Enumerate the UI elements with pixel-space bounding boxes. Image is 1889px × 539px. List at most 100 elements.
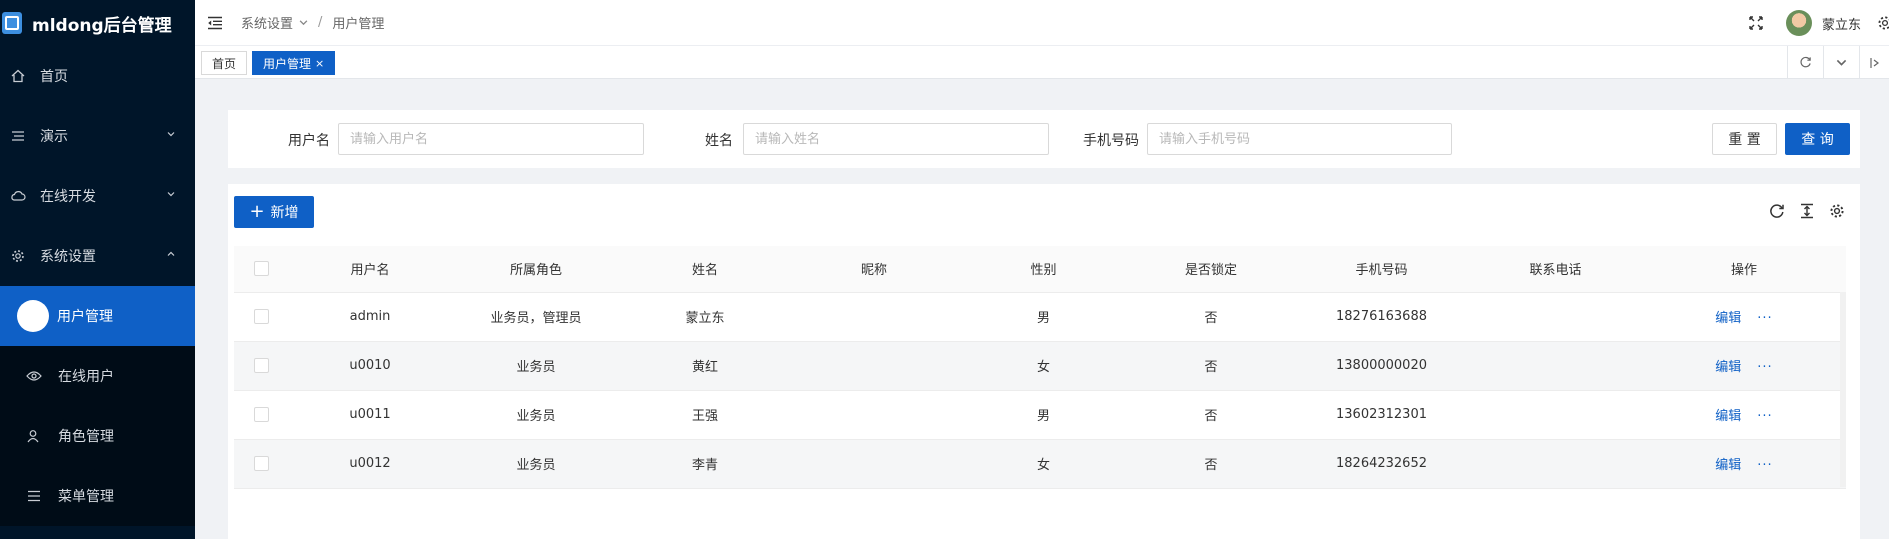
- username-label: 用户名: [288, 133, 330, 149]
- sidebar-item-home[interactable]: 首页: [0, 46, 195, 106]
- edit-link[interactable]: 编辑: [1715, 311, 1741, 326]
- chevron-down-icon[interactable]: [299, 18, 308, 27]
- row-checkbox[interactable]: [254, 456, 269, 471]
- cloud-icon: [10, 188, 26, 204]
- sidebar-item-demo[interactable]: 演示: [0, 106, 195, 166]
- breadcrumb-item[interactable]: 系统设置: [241, 13, 293, 32]
- mobile-cell: 13602312301: [1294, 390, 1469, 440]
- menu-fold-icon[interactable]: [207, 16, 223, 30]
- plus-icon: +: [249, 201, 265, 222]
- sidebar-item-online-users[interactable]: 在线用户: [0, 346, 195, 406]
- select-cell: [234, 341, 289, 391]
- column-header: 操作: [1642, 246, 1846, 293]
- table-row[interactable]: u0010 业务员 黄红 女 否 13800000020 编辑 ···: [234, 341, 1846, 391]
- phone-cell: [1469, 390, 1642, 440]
- gender-cell: 男: [959, 292, 1128, 342]
- realname-cell: 蒙立东: [621, 292, 789, 342]
- sidebar-item-menu-management[interactable]: 菜单管理: [0, 466, 195, 526]
- phone-cell: [1469, 292, 1642, 342]
- select-all-checkbox[interactable]: [254, 261, 269, 277]
- gear-icon: [10, 248, 26, 264]
- table-row[interactable]: u0011 业务员 王强 男 否 13602312301 编辑 ···: [234, 390, 1846, 440]
- row-checkbox[interactable]: [254, 309, 269, 324]
- sidebar-item-system-settings[interactable]: 系统设置: [0, 226, 195, 286]
- mobile-cell: 13800000020: [1294, 341, 1469, 391]
- user-name[interactable]: 蒙立东: [1822, 14, 1861, 33]
- user-table: 用户名 所属角色 姓名 昵称 性别 是否锁定 手机号码 联系电话 操作 admi…: [234, 246, 1846, 489]
- column-header: 手机号码: [1294, 246, 1469, 293]
- tab-refresh-button[interactable]: [1787, 46, 1823, 79]
- chevron-down-icon: [167, 132, 175, 137]
- tab-home[interactable]: 首页: [201, 51, 248, 75]
- realname-input[interactable]: [743, 123, 1049, 155]
- more-icon[interactable]: ···: [1757, 409, 1772, 424]
- column-header: 所属角色: [451, 246, 621, 293]
- tab-dropdown-button[interactable]: [1823, 46, 1859, 79]
- roles-cell: 业务员: [451, 439, 621, 489]
- table-row[interactable]: u0012 业务员 李青 女 否 18264232652 编辑 ···: [234, 439, 1846, 489]
- user-icon: [26, 428, 42, 444]
- column-height-icon[interactable]: [1798, 202, 1816, 220]
- chevron-down-icon: [167, 192, 175, 197]
- roles-cell: 业务员: [451, 341, 621, 391]
- edit-link[interactable]: 编辑: [1715, 458, 1741, 473]
- tab-label: 首页: [212, 56, 237, 71]
- more-icon[interactable]: ···: [1757, 458, 1772, 473]
- username-cell: u0012: [289, 439, 451, 489]
- column-header: 用户名: [289, 246, 451, 293]
- phone-cell: [1469, 341, 1642, 391]
- header: 系统设置 / 用户管理 蒙立东: [195, 0, 1889, 46]
- username-input[interactable]: [338, 123, 644, 155]
- gear-icon[interactable]: [1877, 15, 1889, 31]
- add-button[interactable]: + 新增: [234, 196, 314, 228]
- mobile-label: 手机号码: [1083, 133, 1139, 149]
- tab-tools: [1787, 46, 1889, 79]
- more-icon[interactable]: ···: [1757, 360, 1772, 375]
- setting-icon[interactable]: [1828, 202, 1846, 220]
- avatar[interactable]: [1785, 10, 1812, 36]
- select-all-cell: [234, 246, 289, 293]
- locked-cell: 否: [1128, 292, 1294, 342]
- sidebar-item-online-dev[interactable]: 在线开发: [0, 166, 195, 226]
- edit-link[interactable]: 编辑: [1715, 409, 1741, 424]
- edit-link[interactable]: 编辑: [1715, 360, 1741, 375]
- roles-cell: 业务员，管理员: [451, 292, 621, 342]
- sidebar-item-user-management[interactable]: 用户管理: [0, 286, 195, 346]
- sidebar-item-label: 系统设置: [40, 249, 96, 265]
- query-button[interactable]: 查 询: [1785, 123, 1850, 155]
- reset-button[interactable]: 重 置: [1712, 123, 1777, 155]
- tab-fold-button[interactable]: [1859, 46, 1889, 79]
- home-icon: [10, 68, 26, 84]
- fullscreen-icon[interactable]: [1748, 15, 1764, 31]
- sidebar-item-label: 在线用户: [58, 369, 114, 385]
- sidebar: mldong后台管理 首页 演示 在线开发 系统设置 用户管理 在线用户 角色管…: [0, 0, 195, 539]
- row-checkbox[interactable]: [254, 407, 269, 422]
- table-card: + 新增 用户名 所属角色 姓名 昵称 性别 是否锁定 手机号码 联系电话 操作…: [228, 184, 1860, 539]
- table-row[interactable]: admin 业务员，管理员 蒙立东 男 否 18276163688 编辑 ···: [234, 292, 1846, 342]
- column-header: 姓名: [621, 246, 789, 293]
- sidebar-item-label: 用户管理: [57, 309, 113, 325]
- table-scrollbar[interactable]: [1840, 292, 1846, 487]
- realname-label: 姓名: [705, 133, 733, 149]
- breadcrumb-item: 用户管理: [332, 17, 385, 32]
- row-checkbox[interactable]: [254, 358, 269, 373]
- tab-user-management[interactable]: 用户管理 ×: [252, 51, 336, 75]
- list-icon: [10, 128, 26, 144]
- search-form: 用户名 姓名 手机号码 重 置 查 询: [228, 110, 1860, 168]
- sidebar-item-label: 首页: [40, 69, 68, 85]
- column-header: 是否锁定: [1128, 246, 1294, 293]
- mobile-cell: 18264232652: [1294, 439, 1469, 489]
- username-cell: u0010: [289, 341, 451, 391]
- refresh-icon[interactable]: [1768, 202, 1786, 220]
- sidebar-item-role-management[interactable]: 角色管理: [0, 406, 195, 466]
- column-header: 联系电话: [1469, 246, 1642, 293]
- chevron-down-icon: [1836, 59, 1847, 66]
- logo[interactable]: mldong后台管理: [0, 0, 195, 46]
- more-icon[interactable]: ···: [1757, 311, 1772, 326]
- mobile-input[interactable]: [1147, 123, 1452, 155]
- sidebar-item-label: 在线开发: [40, 189, 96, 205]
- close-icon[interactable]: ×: [315, 57, 324, 70]
- column-header: 昵称: [789, 246, 959, 293]
- gender-cell: 女: [959, 341, 1128, 391]
- eye-icon: [26, 368, 42, 384]
